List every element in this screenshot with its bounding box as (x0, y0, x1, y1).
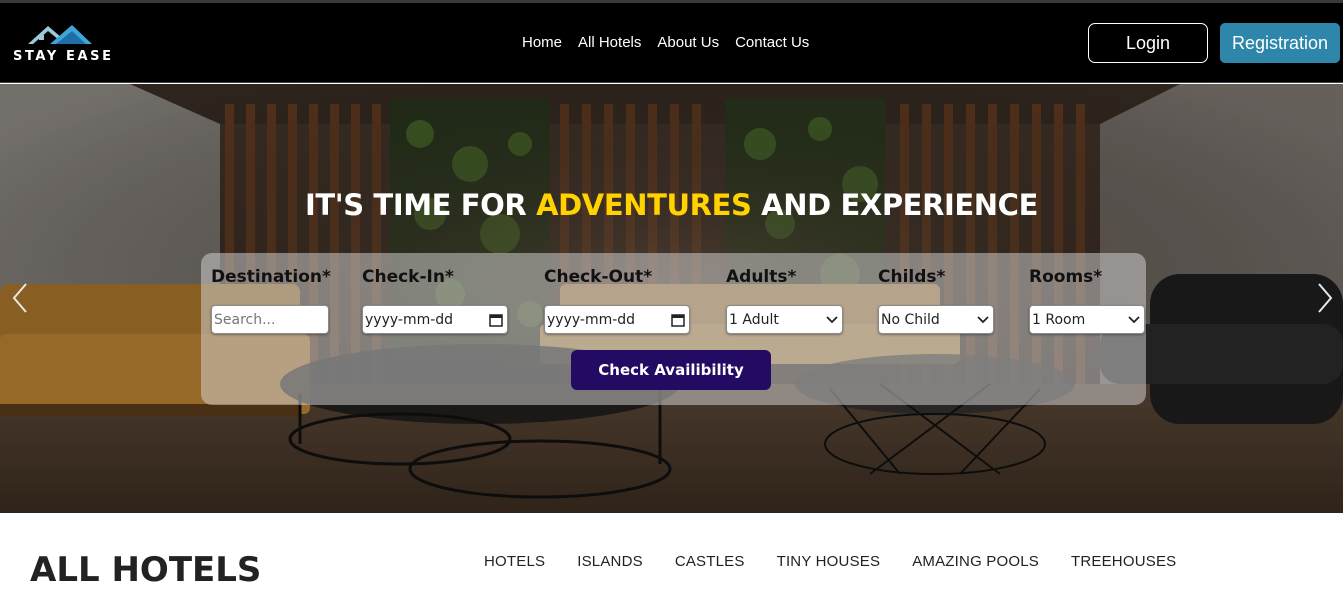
hero-title: IT'S TIME FOR ADVENTURES AND EXPERIENCE (0, 188, 1343, 222)
carousel-prev-icon[interactable] (8, 280, 32, 316)
checkout-label: Check-Out* (544, 267, 653, 287)
login-button[interactable]: Login (1088, 23, 1208, 63)
tab-tiny-houses[interactable]: TINY HOUSES (777, 553, 881, 570)
adults-select[interactable]: 1 Adult (726, 305, 843, 334)
hero-title-prefix: IT'S TIME FOR (305, 188, 537, 222)
hero-title-accent: ADVENTURES (536, 188, 752, 222)
checkout-date-input[interactable]: yyyy-mm-dd (544, 305, 690, 334)
house-roof-icon (28, 25, 92, 44)
tab-hotels[interactable]: HOTELS (484, 553, 545, 570)
main-nav: Home All Hotels About Us Contact Us (522, 33, 809, 55)
nav-link-contact-us[interactable]: Contact Us (735, 33, 809, 55)
childs-select[interactable]: No Child (878, 305, 994, 334)
rooms-select[interactable]: 1 Room (1029, 305, 1145, 334)
adults-value: 1 Adult (729, 311, 779, 328)
rooms-label: Rooms* (1029, 267, 1103, 287)
nav-link-all-hotels[interactable]: All Hotels (578, 33, 641, 55)
check-availability-button[interactable]: Check Availibility (571, 350, 771, 390)
hero-title-suffix: AND EXPERIENCE (751, 188, 1038, 222)
registration-button[interactable]: Registration (1220, 23, 1340, 63)
navbar: STAY EASE Home All Hotels About Us Conta… (0, 3, 1343, 83)
destination-input[interactable]: Search... (211, 305, 329, 334)
calendar-icon[interactable] (489, 313, 503, 327)
brand-name: STAY EASE (13, 49, 114, 64)
booking-search-form: Destination* Search... Check-In* yyyy-mm… (201, 253, 1146, 405)
hero-banner: IT'S TIME FOR ADVENTURES AND EXPERIENCE … (0, 84, 1343, 513)
adults-label: Adults* (726, 267, 797, 287)
tab-amazing-pools[interactable]: AMAZING POOLS (912, 553, 1039, 570)
nav-link-about-us[interactable]: About Us (657, 33, 719, 55)
chevron-down-icon (826, 315, 838, 323)
brand-logo[interactable]: STAY EASE (12, 21, 112, 67)
childs-label: Childs* (878, 267, 946, 287)
checkin-placeholder: yyyy-mm-dd (365, 311, 454, 328)
tab-islands[interactable]: ISLANDS (577, 553, 643, 570)
category-tabs: HOTELS ISLANDS CASTLES TINY HOUSES AMAZI… (484, 553, 1176, 570)
chevron-down-icon (977, 315, 989, 323)
chevron-down-icon (1128, 315, 1140, 323)
section-title-all-hotels: ALL HOTELS (30, 550, 262, 590)
tab-treehouses[interactable]: TREEHOUSES (1071, 553, 1176, 570)
checkin-date-input[interactable]: yyyy-mm-dd (362, 305, 508, 334)
checkout-placeholder: yyyy-mm-dd (547, 311, 636, 328)
destination-label: Destination* (211, 267, 331, 287)
calendar-icon[interactable] (671, 313, 685, 327)
destination-placeholder: Search... (214, 311, 276, 328)
carousel-next-icon[interactable] (1313, 280, 1337, 316)
tab-castles[interactable]: CASTLES (675, 553, 745, 570)
rooms-value: 1 Room (1032, 311, 1086, 328)
childs-value: No Child (881, 311, 940, 328)
checkin-label: Check-In* (362, 267, 454, 287)
nav-link-home[interactable]: Home (522, 33, 562, 55)
